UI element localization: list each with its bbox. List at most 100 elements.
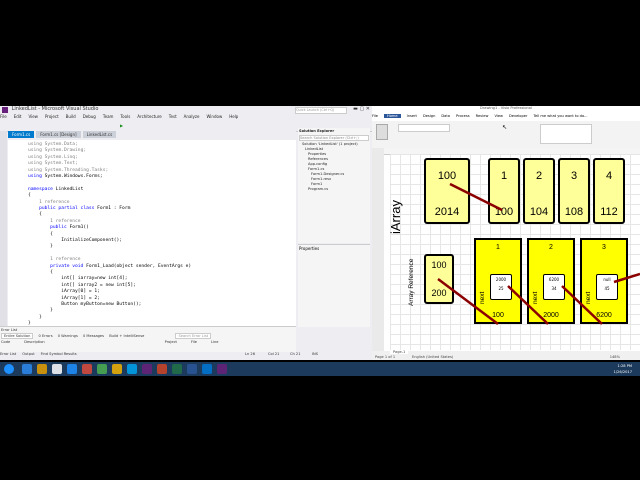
error-column-header[interactable]: Project (165, 340, 177, 344)
code-line[interactable]: private void Form1_Load(object sender, E… (28, 264, 191, 270)
menu-help[interactable]: Help (229, 114, 238, 119)
zoom-level[interactable]: 148% (610, 355, 620, 359)
pointer-arrow-3[interactable] (561, 285, 603, 325)
solution-explorer: Solution Explorer Search Solution Explor… (298, 128, 370, 243)
taskbar-app-icon[interactable] (202, 364, 212, 374)
taskbar-app-icon[interactable] (127, 364, 137, 374)
code-line[interactable]: using System.Threading.Tasks; (28, 168, 108, 174)
code-line[interactable]: 1 reference (28, 257, 80, 263)
build-filter-select[interactable]: Build + IntelliSense (109, 334, 144, 338)
code-line[interactable]: 1 reference (28, 219, 80, 225)
code-line[interactable]: } (28, 315, 42, 321)
taskbar-app-icon[interactable] (187, 364, 197, 374)
taskbar-app-icon[interactable] (157, 364, 167, 374)
error-column-header[interactable]: File (191, 340, 197, 344)
quick-launch-input[interactable]: Quick Launch (Ctrl+Q) (295, 107, 347, 114)
visio-tab[interactable]: Insert (407, 114, 417, 118)
taskbar-app-icon[interactable] (142, 364, 152, 374)
menu-build[interactable]: Build (66, 114, 76, 119)
error-scope-select[interactable]: Entire Solution (1, 333, 34, 339)
taskbar-app-icon[interactable] (97, 364, 107, 374)
paste-icon[interactable] (376, 124, 388, 140)
menu-project[interactable]: Project (45, 114, 59, 119)
error-column-header[interactable]: Line (211, 340, 219, 344)
pointer-arrow-0[interactable] (449, 182, 503, 212)
page-tab[interactable]: Page-1 (390, 350, 409, 354)
pointer-arrow-4[interactable] (613, 272, 640, 284)
code-text: } (28, 314, 42, 320)
shape-styles[interactable] (540, 124, 592, 144)
doc-tab[interactable]: LinkedList.cs (82, 131, 117, 138)
code-line[interactable]: using System.Text; (28, 161, 78, 167)
pointer-tool-icon[interactable]: ↖ (502, 124, 507, 131)
code-line[interactable]: 1 reference (28, 200, 69, 206)
error-search-input[interactable]: Search Error List (175, 333, 212, 339)
pointer-arrow-2[interactable] (507, 285, 549, 325)
window-controls[interactable]: ▬ ▢ ✕ (353, 106, 370, 112)
visio-tab[interactable]: Tell me what you want to do... (533, 114, 587, 118)
doc-tab[interactable]: Form1.cs [Design] (36, 131, 81, 138)
solution-tree-item[interactable]: Program.cs (302, 187, 370, 192)
taskbar-app-icon[interactable] (112, 364, 122, 374)
taskbar-app-icon[interactable] (52, 364, 62, 374)
visio-tab[interactable]: Review (476, 114, 489, 118)
code-line[interactable]: public partial class Form1 : Form (28, 206, 130, 212)
error-column-header[interactable]: Description (24, 340, 44, 344)
solution-search-input[interactable]: Search Solution Explorer (Ctrl+;) (299, 135, 369, 141)
start-button-icon[interactable] (4, 364, 14, 374)
visio-tab[interactable]: View (494, 114, 503, 118)
errors-filter-button[interactable]: 0 Errors (39, 334, 53, 338)
visio-tab[interactable]: Home (384, 114, 401, 118)
taskbar-app-icon[interactable] (82, 364, 92, 374)
code-line[interactable]: iArray[0] = 1; (28, 289, 100, 295)
code-line[interactable]: } (28, 244, 53, 250)
visio-tab[interactable]: Process (456, 114, 470, 118)
code-line[interactable]: using System.Drawing; (28, 148, 86, 154)
code-line[interactable]: { (28, 232, 53, 238)
toolbox-strip[interactable] (0, 131, 7, 331)
code-line[interactable]: namespace LinkedList (28, 187, 83, 193)
visio-tab[interactable]: File (372, 114, 378, 118)
taskbar-app-icon[interactable] (172, 364, 182, 374)
pointer-arrow-1[interactable] (437, 278, 499, 325)
taskbar-app-icon[interactable] (22, 364, 32, 374)
warnings-filter-button[interactable]: 0 Warnings (58, 334, 78, 338)
bottom-tab[interactable]: Find Symbol Results (41, 352, 77, 356)
menu-architecture[interactable]: Architecture (137, 114, 162, 119)
visio-tab[interactable]: Developer (509, 114, 527, 118)
error-column-header[interactable]: Code (1, 340, 10, 344)
code-line[interactable]: public Form1() (28, 225, 89, 231)
doc-tab[interactable]: Form1.cs (8, 131, 35, 138)
messages-filter-button[interactable]: 0 Messages (83, 334, 104, 338)
code-line[interactable]: using System.Windows.Forms; (28, 174, 103, 180)
menu-analyze[interactable]: Analyze (184, 114, 200, 119)
taskbar-clock[interactable]: 1:28 PM 1/26/2017 (614, 363, 632, 375)
code-line[interactable]: int[] iarray2 = new int[5]; (28, 283, 136, 289)
code-line[interactable]: int[] iarray=new int[4]; (28, 276, 127, 282)
bottom-tab[interactable]: Error List (0, 352, 16, 356)
menu-tools[interactable]: Tools (120, 114, 130, 119)
menu-debug[interactable]: Debug (83, 114, 96, 119)
taskbar-app-icon[interactable] (67, 364, 77, 374)
code-line[interactable]: } (28, 308, 53, 314)
font-controls[interactable] (398, 124, 450, 132)
taskbar-app-icon[interactable] (37, 364, 47, 374)
menu-view[interactable]: View (28, 114, 38, 119)
taskbar-app-icon[interactable] (217, 364, 227, 374)
code-line[interactable]: using System.Linq; (28, 155, 78, 161)
menu-file[interactable]: File (0, 114, 7, 119)
status-language: English (United States) (412, 355, 454, 359)
code-line[interactable]: { (28, 212, 42, 218)
menu-window[interactable]: Window (206, 114, 222, 119)
drawing-canvas[interactable]: iArray 100 2014 1 100 2 104 3 108 4 112 Array R… (390, 154, 640, 350)
menu-test[interactable]: Test (169, 114, 177, 119)
menu-team[interactable]: Team (103, 114, 114, 119)
code-line[interactable]: iArray[1] = 2; (28, 296, 100, 302)
bottom-tab[interactable]: Output (22, 352, 34, 356)
menu-edit[interactable]: Edit (14, 114, 22, 119)
start-debug-icon[interactable]: ▶ (120, 123, 123, 128)
visio-tab[interactable]: Design (423, 114, 435, 118)
code-editor[interactable]: using System.Data; using System.Drawing; u… (8, 140, 296, 326)
visio-tab[interactable]: Data (441, 114, 450, 118)
code-line[interactable]: { (28, 193, 31, 199)
